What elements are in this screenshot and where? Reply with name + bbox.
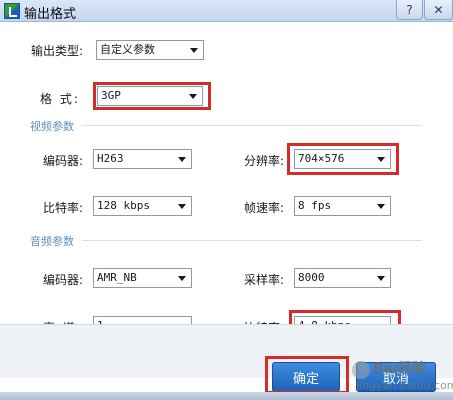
watermark: Bai经验 jingyan.baidu.com xyxy=(352,358,453,392)
framerate-value: 8 fps xyxy=(298,199,332,212)
format-select[interactable]: 3GP xyxy=(97,86,203,106)
samplerate-select[interactable]: 8000 xyxy=(294,268,391,288)
video-section-divider xyxy=(82,125,422,126)
close-button[interactable]: ✕ xyxy=(424,0,453,20)
chevron-down-icon xyxy=(190,48,198,53)
framerate-label: 帧速率: xyxy=(244,201,285,215)
format-value: 3GP xyxy=(101,89,121,102)
video-codec-value: H263 xyxy=(97,152,124,165)
watermark-url: jingyan.baidu.com xyxy=(356,379,453,392)
video-bitrate-select[interactable]: 128 kbps xyxy=(93,196,192,216)
output-type-select[interactable]: 自定义参数 xyxy=(96,40,204,60)
app-icon xyxy=(4,3,20,19)
chevron-down-icon xyxy=(377,157,385,162)
chevron-down-icon xyxy=(178,157,186,162)
output-type-label: 输出类型: xyxy=(31,44,84,58)
title-bar: 输出格式 ? ✕ xyxy=(0,0,453,22)
format-label: 格 式: xyxy=(40,92,80,106)
resolution-value: 704×576 xyxy=(298,152,345,165)
audio-codec-select[interactable]: AMR_NB xyxy=(93,268,192,288)
audio-codec-value: AMR_NB xyxy=(97,271,137,284)
video-bitrate-label: 比特率: xyxy=(43,201,84,215)
output-type-value: 自定义参数 xyxy=(100,43,155,56)
watermark-brand: Bai xyxy=(373,361,398,377)
video-section-title: 视频参数 xyxy=(30,120,74,133)
ok-button[interactable]: 确定 xyxy=(272,362,340,392)
audio-section-divider xyxy=(82,240,422,241)
chevron-down-icon xyxy=(178,204,186,209)
chevron-down-icon xyxy=(377,276,385,281)
video-codec-select[interactable]: H263 xyxy=(93,149,192,169)
taskbar-strip xyxy=(0,392,453,400)
help-button[interactable]: ? xyxy=(396,0,423,20)
paw-logo-icon xyxy=(352,361,370,379)
resolution-label: 分辨率: xyxy=(244,154,285,168)
audio-section-title: 音频参数 xyxy=(30,235,74,248)
framerate-select[interactable]: 8 fps xyxy=(294,196,391,216)
resolution-select[interactable]: 704×576 xyxy=(294,149,391,169)
chevron-down-icon xyxy=(377,204,385,209)
chevron-down-icon xyxy=(178,276,186,281)
watermark-brand-suffix: 经验 xyxy=(397,361,426,377)
video-codec-label: 编码器: xyxy=(43,154,84,168)
samplerate-label: 采样率: xyxy=(244,273,285,287)
video-bitrate-value: 128 kbps xyxy=(97,199,150,212)
samplerate-value: 8000 xyxy=(298,271,325,284)
window-title: 输出格式 xyxy=(24,7,77,22)
audio-codec-label: 编码器: xyxy=(43,273,84,287)
chevron-down-icon xyxy=(189,94,197,99)
